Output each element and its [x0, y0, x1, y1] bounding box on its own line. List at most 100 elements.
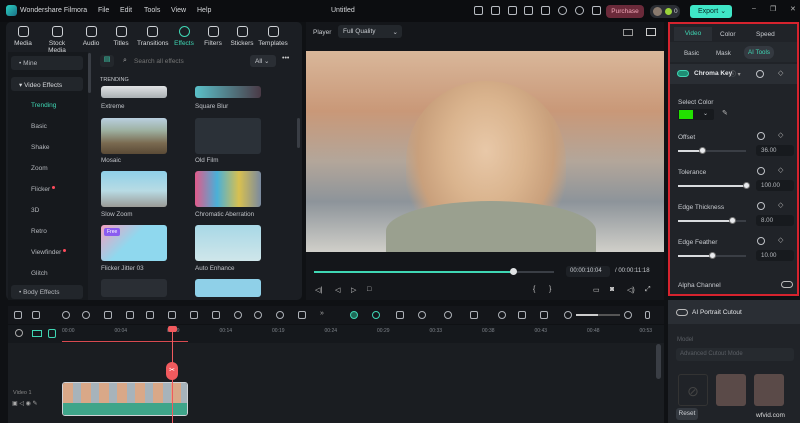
track-manager-icon[interactable] [48, 329, 56, 338]
crop-icon[interactable] [146, 311, 154, 319]
mark-out-icon[interactable]: } [549, 286, 551, 293]
add-track-icon[interactable] [32, 330, 42, 337]
tab-stickers[interactable]: Stickers [227, 26, 257, 47]
sidebar-item-trending[interactable]: Trending [31, 102, 56, 109]
keyframe-icon[interactable]: ◇ [778, 131, 783, 139]
subtab-basic[interactable]: Basic [684, 50, 699, 57]
edge-feather-value[interactable]: 10.00 [756, 250, 794, 261]
camera-icon[interactable]: ◙ [610, 286, 614, 293]
effect-thumb-slow-zoom[interactable] [101, 171, 167, 207]
sidebar-item-shake[interactable]: Shake [31, 144, 49, 151]
audio-sync-icon[interactable] [418, 311, 426, 319]
menu-help[interactable]: Help [197, 7, 211, 14]
group-mine[interactable]: • Mine [11, 56, 83, 70]
cloud-icon[interactable] [558, 6, 567, 15]
announce-icon[interactable] [491, 6, 500, 15]
stop-icon[interactable]: □ [367, 286, 371, 293]
sidebar-item-retro[interactable]: Retro [31, 228, 47, 235]
sidebar-item-glitch[interactable]: Glitch [31, 270, 48, 277]
prev-frame-icon[interactable]: ◁| [315, 286, 322, 294]
purchase-button[interactable]: Purchase [606, 5, 644, 18]
export-button[interactable]: Export ⌄ [690, 5, 732, 18]
snap-icon[interactable] [372, 311, 380, 319]
play-icon[interactable]: ▷ [351, 286, 356, 294]
zoom-slider[interactable] [576, 314, 620, 316]
alpha-channel-toggle[interactable] [781, 281, 793, 288]
compare-icon[interactable] [623, 29, 633, 36]
gift-icon[interactable] [474, 6, 483, 15]
tolerance-slider[interactable] [678, 182, 750, 189]
tab-filters[interactable]: Filters [198, 26, 228, 47]
split-scissors-icon[interactable]: ✂ [166, 362, 178, 380]
playback-progress[interactable] [314, 268, 554, 275]
tab-media[interactable]: Media [8, 26, 38, 47]
effect-thumb-flicker-jitter[interactable]: Free [101, 225, 167, 261]
tab-templates[interactable]: Templates [258, 26, 288, 47]
freeze-icon[interactable] [212, 311, 220, 319]
cutout-preset-thumb[interactable] [716, 374, 746, 406]
tab-titles[interactable]: Titles [106, 26, 136, 47]
shape-icon[interactable] [190, 311, 198, 319]
mic-icon[interactable] [498, 311, 506, 319]
track-controls[interactable]: ▣ ◁ ◉ ✎ [12, 400, 38, 407]
notes-icon[interactable] [508, 6, 517, 15]
reset-icon[interactable] [757, 237, 765, 245]
select-tool-icon[interactable] [32, 311, 40, 319]
grid-icon[interactable] [592, 6, 601, 15]
effect-thumb-mosaic[interactable] [101, 118, 167, 154]
link-icon[interactable] [15, 329, 23, 337]
help-icon[interactable]: ⓘ ▾ [730, 69, 741, 78]
mark-in-icon[interactable]: { [533, 286, 535, 293]
sidebar-item-viewfinder[interactable]: Viewfinder [31, 249, 67, 256]
tolerance-value[interactable]: 100.00 [756, 180, 794, 191]
display-icon[interactable] [524, 6, 533, 15]
effects-scrollbar[interactable] [297, 118, 300, 148]
more-tools-icon[interactable] [298, 311, 306, 319]
pip-icon[interactable] [540, 311, 548, 319]
minimize-icon[interactable]: – [752, 5, 756, 12]
sidebar-item-zoom[interactable]: Zoom [31, 165, 48, 172]
volume-icon[interactable]: ◁) [627, 286, 635, 294]
subtitle-icon[interactable] [518, 311, 526, 319]
undo-icon[interactable] [62, 311, 70, 319]
menu-file[interactable]: File [98, 7, 109, 14]
text-tool-icon[interactable] [168, 311, 176, 319]
eyedropper-icon[interactable]: ✎ [722, 109, 728, 117]
tab-effects[interactable]: Effects [169, 26, 199, 47]
search-input[interactable] [134, 55, 244, 67]
edge-thickness-value[interactable]: 8.00 [756, 215, 794, 226]
quality-dropdown[interactable]: Full Quality ⌄ [338, 25, 402, 38]
effect-thumb-square-blur[interactable] [195, 86, 261, 98]
snapshot-icon[interactable] [646, 28, 656, 36]
effect-thumb[interactable] [195, 279, 261, 297]
restore-icon[interactable]: ❐ [770, 5, 776, 13]
video-clip[interactable] [62, 382, 188, 416]
reset-button[interactable]: Reset [676, 408, 698, 420]
keyframe-icon[interactable]: ◇ [778, 236, 783, 244]
timeline-scrollbar[interactable] [656, 344, 661, 379]
delete-icon[interactable] [104, 311, 112, 319]
speed-icon[interactable] [234, 311, 242, 319]
subtab-mask[interactable]: Mask [716, 50, 731, 57]
folder-icon[interactable]: ▤ [100, 55, 114, 67]
tab-color[interactable]: Color [720, 31, 736, 38]
layout-icon[interactable] [14, 311, 22, 319]
shield-icon[interactable] [470, 311, 478, 319]
keyframe-icon[interactable]: ◇ [778, 201, 783, 209]
tab-audio[interactable]: Audio [76, 26, 106, 47]
edge-thickness-slider[interactable] [678, 217, 746, 224]
menu-edit[interactable]: Edit [120, 7, 132, 14]
filter-dropdown[interactable]: All ⌄ [250, 55, 276, 67]
avatar[interactable] [653, 7, 662, 16]
ai-icon[interactable] [276, 311, 284, 319]
effect-thumb-auto-enhance[interactable] [195, 225, 261, 261]
reset-icon[interactable] [757, 202, 765, 210]
effect-thumb-chromatic-aberration[interactable] [195, 171, 261, 207]
sidebar-item-basic[interactable]: Basic [31, 123, 47, 130]
zoom-in-icon[interactable] [624, 311, 632, 319]
sidebar-item-3d[interactable]: 3D [31, 207, 39, 214]
sidebar-item-flicker[interactable]: Flicker [31, 186, 56, 193]
color-picker[interactable]: ⌄ [678, 109, 714, 120]
fullscreen-icon[interactable]: ⤢ [645, 286, 651, 294]
split-icon[interactable] [126, 311, 134, 319]
